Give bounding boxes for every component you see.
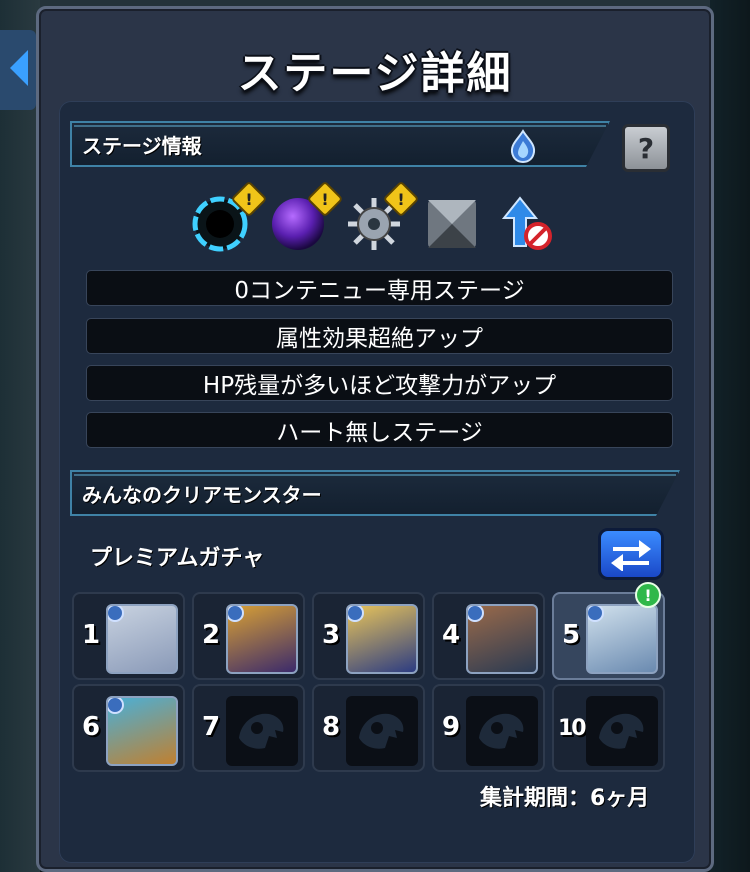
- slot-rank: 8: [322, 712, 341, 742]
- monster-portrait[interactable]: [346, 604, 418, 674]
- slot-rank: 7: [202, 712, 221, 742]
- dragon-silhouette-icon: [359, 713, 404, 749]
- slot-rank: 3: [322, 620, 341, 650]
- swap-arrows-icon: [611, 540, 651, 571]
- monster-portrait[interactable]: [106, 604, 178, 674]
- rule-row: 0コンテニュー専用ステージ: [86, 270, 673, 306]
- aggregation-period: 集計期間：6ヶ月: [480, 786, 650, 811]
- monster-portrait[interactable]: [586, 604, 658, 674]
- dragon-silhouette-icon: [479, 713, 524, 749]
- clock-icon: [108, 698, 124, 714]
- monster-slot[interactable]: 10: [552, 684, 665, 772]
- empty-monster-placeholder: [586, 696, 658, 766]
- clear-monsters-header-label: みんなのクリアモンスター: [82, 482, 322, 507]
- background-left-strip: [0, 0, 40, 872]
- water-element-icon: [508, 129, 538, 163]
- slot-rank: 10: [558, 716, 587, 741]
- empty-monster-placeholder: [346, 696, 418, 766]
- back-arrow-icon[interactable]: [0, 30, 36, 110]
- block-icon[interactable]: [424, 196, 480, 252]
- swap-toggle-button[interactable]: [598, 528, 664, 580]
- monster-slot[interactable]: 8: [312, 684, 425, 772]
- monster-slot[interactable]: 5!: [552, 582, 665, 680]
- monster-slot[interactable]: 6: [72, 684, 185, 772]
- slot-rank: 5: [562, 620, 581, 650]
- stage-info-header-label: ステージ情報: [82, 133, 202, 158]
- clear-monsters-header: みんなのクリアモンスター: [70, 470, 680, 516]
- monster-slot[interactable]: 4: [432, 592, 545, 680]
- rule-row: ハート無しステージ: [86, 412, 673, 448]
- monster-portrait[interactable]: [466, 604, 538, 674]
- rule-row: 属性効果超絶アップ: [86, 318, 673, 354]
- monster-portrait[interactable]: [226, 604, 298, 674]
- clock-icon: [588, 606, 604, 622]
- speed-down-prohibit-icon[interactable]: [500, 196, 556, 252]
- slot-rank: 1: [82, 620, 101, 650]
- slot-rank: 6: [82, 712, 101, 742]
- clock-icon: [348, 606, 364, 622]
- monster-slot[interactable]: 3: [312, 592, 425, 680]
- empty-monster-placeholder: [466, 696, 538, 766]
- monster-slot[interactable]: 9: [432, 684, 545, 772]
- slot-rank: 2: [202, 620, 221, 650]
- slot-rank: 9: [442, 712, 461, 742]
- clock-icon: [228, 606, 244, 622]
- clock-icon: [108, 606, 124, 622]
- modal-title: ステージ詳細: [237, 48, 513, 99]
- gacha-label: プレミアムガチャ: [90, 546, 265, 571]
- monster-slot[interactable]: 2: [192, 592, 305, 680]
- monster-portrait[interactable]: [106, 696, 178, 766]
- slot-rank: 4: [442, 620, 461, 650]
- dragon-silhouette-icon: [599, 713, 644, 749]
- monster-slot[interactable]: 1: [72, 592, 185, 680]
- stage-info-header: ステージ情報: [70, 121, 610, 167]
- dragon-silhouette-icon: [239, 713, 284, 749]
- empty-monster-placeholder: [226, 696, 298, 766]
- new-badge: !: [635, 582, 661, 608]
- monster-slot[interactable]: 7: [192, 684, 305, 772]
- rule-row: HP残量が多いほど攻撃力がアップ: [86, 365, 673, 401]
- help-button-label: ?: [637, 131, 655, 165]
- clock-icon: [468, 606, 484, 622]
- help-button[interactable]: ?: [622, 124, 670, 172]
- background-right-strip: [710, 0, 750, 872]
